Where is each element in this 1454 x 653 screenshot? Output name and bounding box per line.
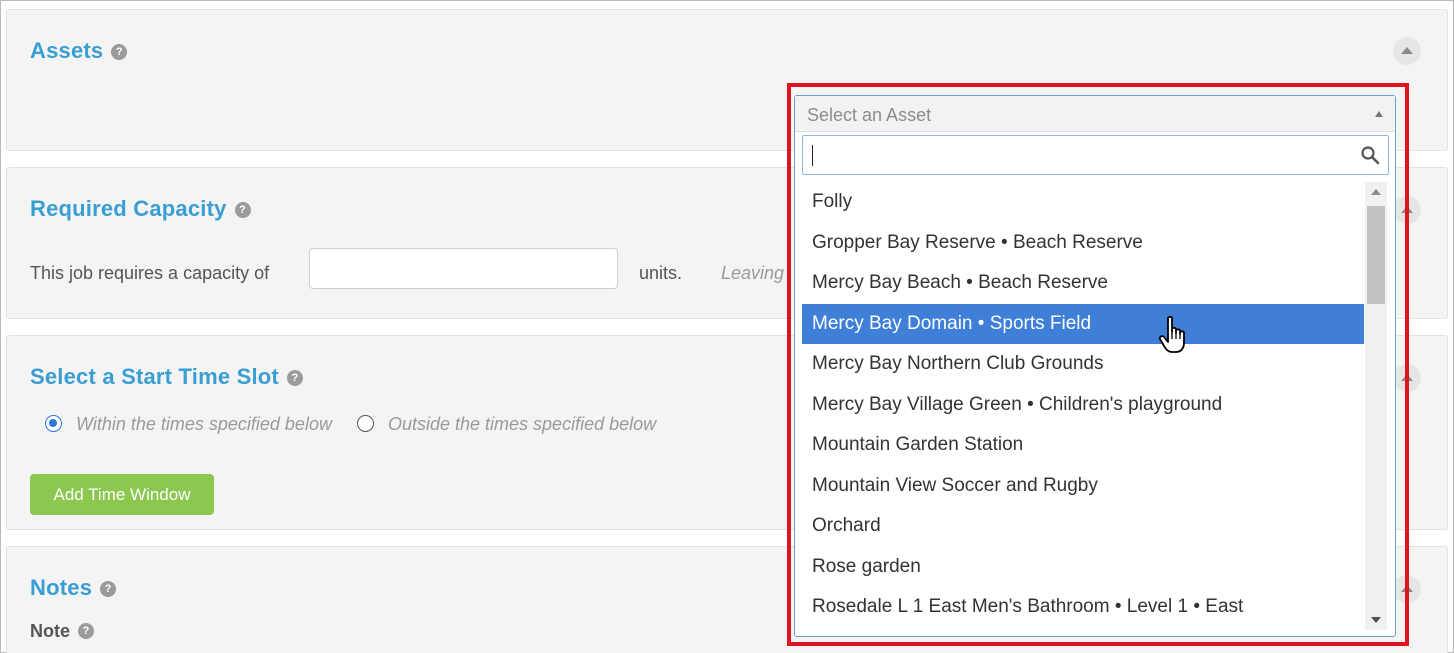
- radio-within-label[interactable]: Within the times specified below: [76, 414, 332, 434]
- timeslot-title: Select a Start Time Slot?: [30, 364, 303, 390]
- asset-option[interactable]: Mercy Bay Beach • Beach Reserve: [802, 263, 1364, 304]
- asset-options-list: Folly Gropper Bay Reserve • Beach Reserve…: [802, 182, 1364, 628]
- notes-title-text: Notes: [30, 575, 93, 600]
- help-icon[interactable]: ?: [100, 581, 117, 597]
- capacity-units: units.: [639, 263, 683, 283]
- capacity-label: This job requires a capacity of: [30, 263, 270, 283]
- capacity-title-text: Required Capacity: [30, 196, 227, 221]
- capacity-title: Required Capacity?: [30, 196, 251, 222]
- timeslot-title-text: Select a Start Time Slot: [30, 364, 279, 389]
- asset-search-input[interactable]: [803, 136, 1388, 174]
- capacity-hint: Leaving: [721, 263, 785, 283]
- collapse-assets-button[interactable]: [1393, 37, 1421, 65]
- asset-option[interactable]: Gropper Bay Reserve • Beach Reserve: [802, 223, 1364, 264]
- options-scrollbar[interactable]: [1365, 182, 1387, 630]
- note-label: Note?: [30, 621, 94, 642]
- help-icon[interactable]: ?: [234, 202, 251, 218]
- help-icon[interactable]: ?: [78, 623, 94, 639]
- asset-option[interactable]: Mercy Bay Village Green • Children's pla…: [802, 385, 1364, 426]
- asset-option[interactable]: Folly: [802, 182, 1364, 223]
- asset-option[interactable]: Mercy Bay Northern Club Grounds: [802, 344, 1364, 385]
- asset-option[interactable]: Mountain Garden Station: [802, 425, 1364, 466]
- search-icon: [1361, 146, 1380, 165]
- timeslot-radio-group: Within the times specified below Outside…: [45, 414, 676, 435]
- scrollbar-thumb[interactable]: [1367, 206, 1385, 304]
- asset-option[interactable]: Rose garden: [802, 547, 1364, 588]
- asset-select-head[interactable]: Select an Asset: [795, 96, 1395, 132]
- assets-title: Assets?: [30, 38, 128, 64]
- asset-select-dropdown[interactable]: Select an Asset Folly Gropper Bay Reserve…: [794, 95, 1396, 637]
- radio-outside-label[interactable]: Outside the times specified below: [388, 414, 656, 434]
- asset-select-placeholder: Select an Asset: [807, 105, 932, 125]
- asset-search-wrap: [802, 135, 1389, 175]
- text-caret: [812, 145, 813, 166]
- hand-cursor-icon: [1158, 315, 1185, 353]
- asset-option[interactable]: Rosedale L 1 East Men's Bathroom • Level…: [802, 587, 1364, 628]
- capacity-input[interactable]: [309, 248, 618, 289]
- scroll-up-icon[interactable]: [1371, 189, 1381, 195]
- asset-option[interactable]: Orchard: [802, 506, 1364, 547]
- assets-title-text: Assets: [30, 38, 104, 63]
- help-icon[interactable]: ?: [111, 44, 128, 60]
- radio-within[interactable]: [45, 415, 62, 432]
- scroll-down-icon[interactable]: [1371, 617, 1381, 623]
- asset-option[interactable]: Mercy Bay Domain • Sports Field: [802, 303, 1364, 344]
- asset-option[interactable]: Mountain View Soccer and Rugby: [802, 466, 1364, 507]
- chevron-up-icon[interactable]: [1375, 111, 1383, 117]
- add-time-window-button[interactable]: Add Time Window: [30, 474, 214, 515]
- radio-outside[interactable]: [356, 415, 374, 432]
- notes-title: Notes?: [30, 575, 117, 601]
- help-icon[interactable]: ?: [286, 370, 303, 386]
- note-label-text: Note: [30, 621, 70, 641]
